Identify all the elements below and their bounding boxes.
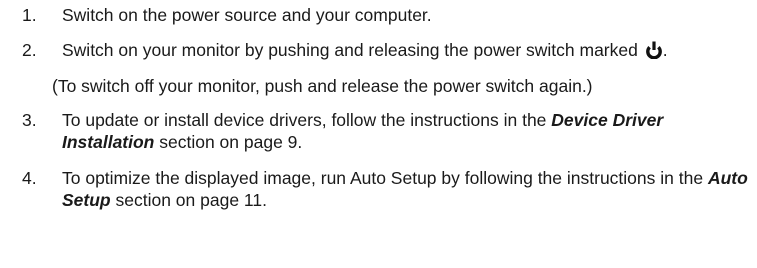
step-number: 2.: [22, 40, 37, 60]
instruction-list: 1. Switch on the power source and your c…: [0, 0, 757, 211]
power-icon: [645, 41, 663, 59]
step-text: To update or install device drivers, fol…: [62, 110, 552, 130]
step-text-end: section on page 11.: [110, 190, 267, 210]
step-4: 4. To optimize the displayed image, run …: [0, 167, 757, 211]
step-text: To optimize the displayed image, run Aut…: [62, 168, 708, 188]
step-number: 4.: [22, 168, 37, 188]
step-text: Switch on your monitor by pushing and re…: [62, 40, 638, 60]
step-text-end: section on page 9.: [154, 132, 303, 152]
step-2: 2. Switch on your monitor by pushing and…: [0, 39, 757, 61]
step-2-note: (To switch off your monitor, push and re…: [52, 76, 593, 96]
step-number: 1.: [22, 5, 37, 25]
step-3: 3. To update or install device drivers, …: [0, 109, 757, 153]
step-text-end: .: [662, 40, 668, 60]
step-1: 1. Switch on the power source and your c…: [0, 4, 757, 26]
step-number: 3.: [22, 110, 37, 130]
step-text: Switch on the power source and your comp…: [62, 5, 432, 25]
